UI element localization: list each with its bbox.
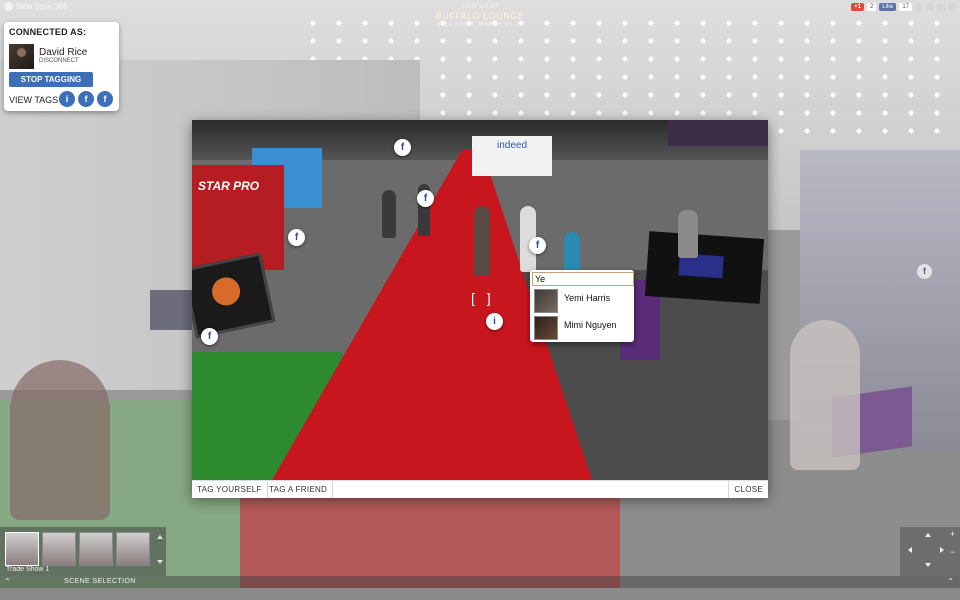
chevron-up-icon[interactable]: ⌃ bbox=[947, 577, 954, 586]
facebook-like-count: 17 bbox=[899, 3, 912, 11]
indeed-booth: indeed bbox=[472, 136, 552, 176]
facebook-like-button[interactable]: Like bbox=[879, 3, 897, 11]
facebook-tag-pin-icon[interactable]: f bbox=[288, 229, 305, 246]
pan-up-icon[interactable] bbox=[925, 533, 931, 537]
strip-up-arrow-icon[interactable] bbox=[157, 535, 163, 539]
pan-right-icon[interactable] bbox=[940, 547, 944, 553]
stop-tagging-button[interactable]: STOP TAGGING bbox=[9, 72, 93, 87]
tag-crosshair[interactable]: [ ] bbox=[471, 290, 495, 306]
people-tag-pin-icon[interactable]: i bbox=[486, 313, 503, 330]
close-button[interactable]: CLOSE bbox=[728, 481, 768, 498]
promo-line1: JOIN US AT bbox=[461, 4, 499, 10]
starpro-booth: STAR PRO bbox=[192, 165, 284, 270]
connected-heading: CONNECTED AS: bbox=[9, 27, 87, 37]
google-plus-count: 2 bbox=[866, 3, 877, 11]
zoom-out-button[interactable]: − bbox=[950, 547, 955, 557]
logo[interactable]: New Spin 360 bbox=[4, 2, 68, 11]
friend-search-input[interactable] bbox=[532, 272, 634, 286]
scene-person bbox=[678, 210, 698, 258]
tag-yourself-button[interactable]: TAG YOURSELF bbox=[192, 481, 268, 498]
avatar bbox=[9, 44, 34, 69]
promo-line3: 2012 SXSW, MARCH 12-14 bbox=[437, 22, 523, 28]
tagging-scene[interactable]: STAR PRO indeed f f f f f i [ ] Yemi Har… bbox=[192, 120, 768, 480]
disconnect-link[interactable]: DISCONNECT bbox=[39, 58, 79, 64]
facebook-tag-pin-icon[interactable]: f bbox=[417, 190, 434, 207]
suggestion-avatar bbox=[534, 289, 558, 313]
view-tags-label: VIEW TAGS bbox=[9, 95, 59, 105]
logo-text: New Spin 360 bbox=[16, 2, 68, 11]
email-icon[interactable] bbox=[915, 3, 923, 11]
scene-person bbox=[382, 190, 396, 238]
logo-icon bbox=[4, 2, 13, 11]
facebook-tag-pin-icon[interactable]: f bbox=[394, 139, 411, 156]
zoom-in-button[interactable]: + bbox=[950, 529, 955, 539]
connected-panel: CONNECTED AS: David Rice DISCONNECT STOP… bbox=[4, 22, 119, 111]
suggestion-name: Mimi Nguyen bbox=[564, 320, 617, 330]
tagging-modal: STAR PRO indeed f f f f f i [ ] Yemi Har… bbox=[192, 120, 768, 498]
strip-down-arrow-icon[interactable] bbox=[157, 560, 163, 564]
scene-thumbnail[interactable] bbox=[42, 532, 76, 566]
promo-banner[interactable]: JOIN US AT BUFFALO LOUNGE 2012 SXSW, MAR… bbox=[420, 3, 540, 29]
facebook-tags-icon[interactable]: f bbox=[97, 91, 113, 107]
thumbnail-caption: Trade Show 1 bbox=[6, 566, 50, 573]
footer-bar bbox=[0, 588, 960, 600]
starpro-sign: STAR PRO bbox=[198, 179, 260, 193]
navigation-pad: + − bbox=[900, 527, 960, 576]
scene-thumbnail-strip: Trade Show 1 bbox=[0, 527, 166, 576]
suggestion-avatar bbox=[534, 316, 558, 340]
scene-thumbnail[interactable] bbox=[5, 532, 39, 566]
facebook-tag-pin-icon[interactable]: f bbox=[201, 328, 218, 345]
top-bar: New Spin 360 JOIN US AT BUFFALO LOUNGE 2… bbox=[0, 0, 960, 28]
scene-banner bbox=[668, 120, 768, 146]
facebook-tag-pin-icon[interactable]: f bbox=[529, 237, 546, 254]
scene-thumbnail[interactable] bbox=[79, 532, 113, 566]
person-right bbox=[790, 320, 860, 470]
friend-autocomplete: Yemi Harris Mimi Nguyen bbox=[530, 270, 634, 342]
friend-tags-icon[interactable]: f bbox=[78, 91, 94, 107]
scene-selection-bar[interactable]: ⌃ SCENE SELECTION ⌃ bbox=[0, 576, 960, 588]
person-left bbox=[10, 360, 110, 520]
facebook-tag-pin-icon[interactable]: f bbox=[917, 264, 932, 279]
suggestion-item[interactable]: Mimi Nguyen bbox=[534, 315, 632, 340]
people-tags-icon[interactable]: i bbox=[59, 91, 75, 107]
chevron-up-icon[interactable]: ⌃ bbox=[4, 577, 11, 586]
suggestion-name: Yemi Harris bbox=[564, 293, 611, 303]
scene-monitor-right bbox=[644, 231, 765, 304]
scene-monitor-left bbox=[192, 252, 276, 339]
google-plus-button[interactable]: +1 bbox=[851, 3, 864, 11]
scene-selection-label: SCENE SELECTION bbox=[64, 578, 136, 585]
facebook-icon[interactable] bbox=[937, 3, 945, 11]
fullscreen-icon[interactable] bbox=[948, 3, 956, 11]
pan-down-icon[interactable] bbox=[925, 563, 931, 567]
user-name: David Rice bbox=[39, 47, 88, 58]
tag-a-friend-button[interactable]: TAG A FRIEND bbox=[264, 481, 334, 498]
twitter-icon[interactable] bbox=[926, 3, 934, 11]
scene-person bbox=[474, 206, 490, 276]
share-buttons: +1 2 Like 17 bbox=[851, 3, 956, 11]
pan-left-icon[interactable] bbox=[908, 547, 912, 553]
promo-venue: BUFFALO LOUNGE bbox=[435, 11, 525, 21]
scene-thumbnail[interactable] bbox=[116, 532, 150, 566]
modal-footer: TAG YOURSELF TAG A FRIEND CLOSE bbox=[192, 480, 768, 498]
suggestion-item[interactable]: Yemi Harris bbox=[534, 288, 632, 313]
